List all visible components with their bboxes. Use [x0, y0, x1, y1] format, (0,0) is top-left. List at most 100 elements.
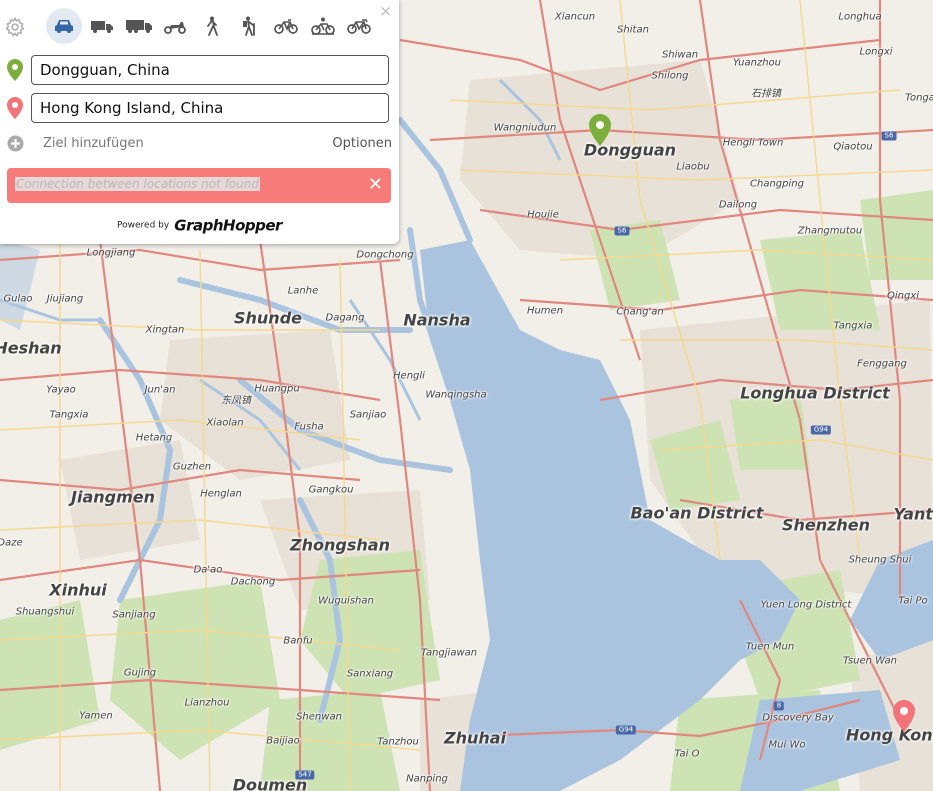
- vehicle-scooter-button[interactable]: [157, 8, 193, 44]
- map-place-label: Tuen Mun: [745, 641, 795, 653]
- start-marker-icon: [7, 59, 23, 81]
- map-place-label: Dailong: [718, 199, 758, 211]
- road-shield-label: G94: [810, 425, 832, 435]
- map-place-label: Wanqingsha: [425, 389, 487, 401]
- car-icon: [55, 20, 73, 33]
- powered-by-label: Powered by: [117, 220, 170, 231]
- from-location-row: [4, 55, 392, 85]
- map-place-label: Shenwan: [296, 711, 342, 723]
- map-place-label: Discovery Bay: [762, 712, 834, 724]
- map-place-label: Tanzhou: [377, 736, 419, 748]
- map-place-label: Lanhe: [287, 285, 319, 297]
- map-place-label: Zhangmutou: [797, 225, 863, 237]
- map-place-label: Yanti: [893, 504, 933, 524]
- map-place-label: Jiangmen: [71, 487, 155, 507]
- map-place-label: Shuangshui: [15, 606, 75, 618]
- from-location-input[interactable]: [31, 55, 389, 85]
- vehicle-bike-button[interactable]: [268, 8, 304, 44]
- vehicle-car-button[interactable]: [46, 8, 82, 44]
- map-place-label: Nansha: [403, 310, 471, 330]
- map-place-label: Sanjiao: [349, 409, 387, 421]
- map-place-label: Jun'an: [144, 384, 176, 396]
- map-place-label: Zhongshan: [290, 535, 390, 555]
- map-place-label: Shunde: [234, 308, 302, 328]
- map-place-label: Yuen Long District: [760, 599, 852, 611]
- map-place-label: Tai O: [674, 748, 700, 760]
- map-place-label: Dachong: [230, 576, 276, 588]
- map-place-label: Yayao: [46, 384, 76, 396]
- graphhopper-logo[interactable]: GraphHopper: [174, 217, 282, 235]
- map-place-label: Hengli: [393, 370, 425, 382]
- map-place-label: Tangjiawan: [420, 647, 478, 659]
- powered-by-footer: Powered by GraphHopper: [0, 215, 399, 239]
- road-shield-label: 8: [773, 701, 785, 711]
- walking-icon: [207, 16, 218, 36]
- scooter-icon: [164, 22, 186, 34]
- end-map-marker-icon[interactable]: [893, 700, 915, 732]
- map-place-label: Wuguishan: [318, 595, 374, 607]
- map-place-label: Wangniudun: [493, 122, 557, 134]
- map-place-label: Xiancun: [554, 11, 596, 23]
- start-map-marker-icon[interactable]: [589, 114, 611, 146]
- map-place-label: Gujing: [123, 667, 157, 679]
- routing-panel: × Dongguan, China Hong Kong Island, Chin…: [0, 0, 399, 244]
- map-place-label: Baijiao: [266, 735, 300, 747]
- options-link[interactable]: Optionen: [332, 136, 392, 151]
- map-place-label: Longjiang: [86, 247, 136, 259]
- map-place-label: Zhuhai: [443, 728, 507, 748]
- map-place-label: Mui Wo: [768, 739, 806, 751]
- truck-icon: [126, 20, 152, 33]
- vehicle-hike-button[interactable]: [231, 8, 267, 44]
- map-place-label: Qiaotou: [833, 141, 873, 153]
- map-place-label: Qingxi: [886, 290, 920, 302]
- map-place-label: Sanjiang: [112, 609, 156, 621]
- plus-circle-icon[interactable]: [7, 135, 24, 152]
- vehicle-foot-button[interactable]: [194, 8, 230, 44]
- map-place-label: Shiwan: [661, 49, 699, 61]
- map-place-label: Bao'an District: [630, 503, 764, 523]
- vehicle-selector: [0, 8, 399, 46]
- map-place-label: Tonga: [905, 92, 933, 104]
- vehicle-small-truck-button[interactable]: [84, 8, 120, 44]
- map-place-label: Daze: [0, 537, 23, 549]
- map-place-label: Da'ao: [193, 564, 223, 576]
- map-place-label: Heshan: [0, 338, 62, 358]
- map-place-label: Fenggang: [857, 358, 907, 370]
- road-shield-label: S6: [881, 131, 897, 141]
- map-place-label: Lianzhou: [184, 697, 230, 709]
- map-place-label: Shenzhen: [781, 515, 871, 535]
- map-place-label: Shilong: [651, 70, 689, 82]
- map-place-label: Gulao: [3, 293, 33, 305]
- map-place-label: Hong Kong: [845, 725, 933, 745]
- map-place-label: Gangkou: [308, 484, 354, 496]
- map-place-label: Longhua District: [740, 383, 890, 403]
- map-place-label: Longhua: [838, 11, 882, 23]
- to-location-row: [4, 93, 392, 123]
- add-destination-link[interactable]: Ziel hinzufügen: [43, 136, 144, 151]
- vehicle-mtb-button[interactable]: [305, 8, 341, 44]
- map-place-label: Dagang: [325, 312, 365, 324]
- map-place-label: Yuanzhou: [732, 57, 782, 69]
- to-location-input[interactable]: [31, 93, 389, 123]
- map-place-label: Fusha: [294, 421, 324, 433]
- bicycle-icon: [274, 19, 298, 34]
- map-place-label: Guzhen: [172, 461, 212, 473]
- map-place-label: Tangxia: [833, 320, 873, 332]
- map-place-label: Dongchong: [356, 249, 414, 261]
- map-place-label: Jiujiang: [46, 293, 84, 305]
- map-place-label: Tai Po: [898, 595, 928, 607]
- map-place-label: Sanxiang: [346, 668, 394, 680]
- error-close-button[interactable]: ✕: [368, 174, 383, 195]
- vehicle-racingbike-button[interactable]: [341, 8, 377, 44]
- map-place-label: Humen: [526, 305, 564, 317]
- map-place-label: Changping: [750, 178, 804, 190]
- map-place-label: Houjie: [527, 209, 559, 221]
- map-place-label: Liaobu: [676, 161, 710, 173]
- add-destination-row: Ziel hinzufügen Optionen: [7, 134, 392, 154]
- map-place-label: Longxi: [859, 46, 893, 58]
- error-message-box: Connection between locations not found ✕: [7, 168, 391, 203]
- road-shield-label: S6: [614, 226, 630, 236]
- road-shield-label: S47: [295, 770, 315, 780]
- vehicle-truck-button[interactable]: [121, 8, 157, 44]
- map-place-label: 石排镇: [751, 88, 781, 100]
